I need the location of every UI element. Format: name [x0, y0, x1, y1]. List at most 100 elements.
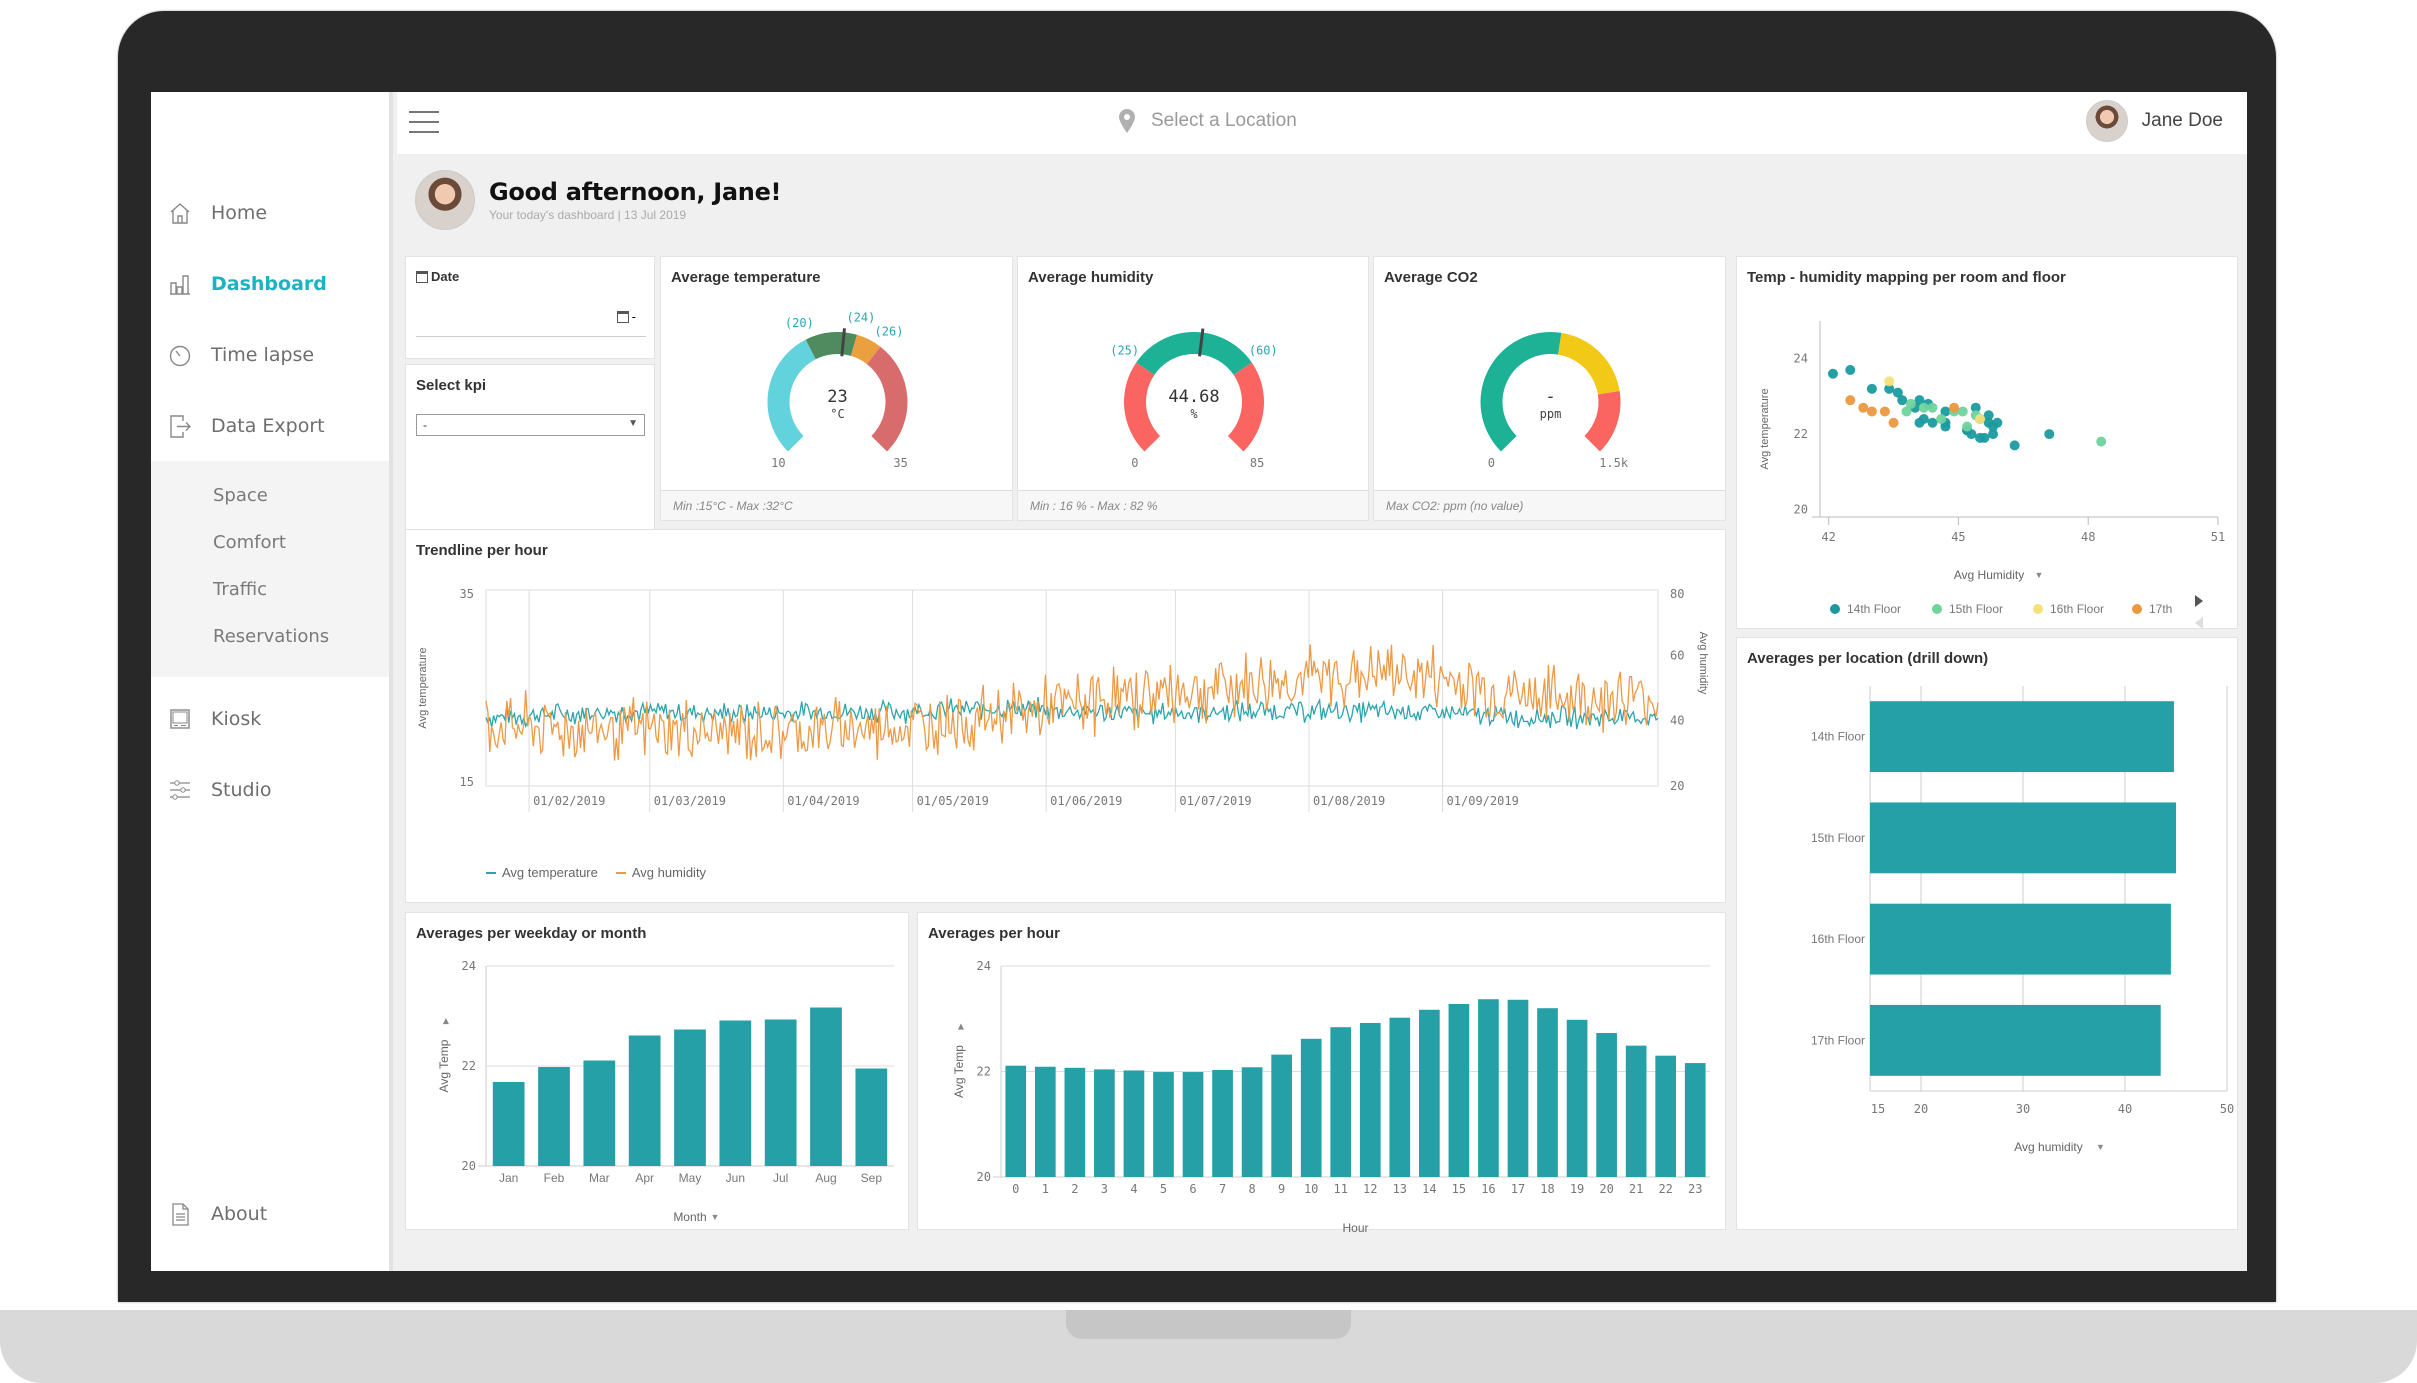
bar	[1212, 1069, 1233, 1177]
gauge-footer: Min : 16 % - Max : 82 %	[1018, 490, 1368, 520]
bar-chart-icon	[167, 271, 193, 297]
bar	[1094, 1069, 1115, 1177]
scatter-point	[1992, 417, 2003, 428]
sidebar-subitem-comfort[interactable]: Comfort	[213, 532, 286, 553]
sidebar-item-studio[interactable]: Studio	[151, 766, 389, 814]
timer-icon	[167, 342, 193, 368]
dropdown-caret-icon: ▼	[2096, 1142, 2105, 1152]
legend-label: 16th Floor	[2050, 602, 2104, 616]
bar	[1182, 1072, 1204, 1177]
sidebar-item-kiosk[interactable]: Kiosk	[151, 695, 389, 743]
sort-arrow-icon: ▶	[956, 1023, 965, 1030]
x-tick-label: 6	[1189, 1182, 1196, 1196]
location-bar-chart: 15 20 30 40 50 14th Floor 15th Floor 16th Floor…	[1811, 686, 2234, 1154]
kpi-select[interactable]: - ▼	[416, 414, 645, 436]
sidebar-item-dashboard[interactable]: Dashboard	[151, 260, 389, 308]
legend-item-temperature[interactable]: Avg temperature	[486, 865, 598, 880]
gauge-card-humidity: Average humidity (25) (60) 0 85 44.68% Min :…	[1017, 256, 1369, 521]
y-axis-title: Avg temperature	[1759, 388, 1771, 469]
gauge-value: 44.68	[1168, 387, 1219, 407]
x-tick-label: 01/06/2019	[1050, 794, 1122, 808]
y2-tick-label: 20	[1670, 779, 1684, 793]
bar	[1241, 1067, 1263, 1177]
next-page-icon[interactable]	[2195, 595, 2203, 607]
bar	[1419, 1009, 1440, 1177]
x-tick-label: Sep	[861, 1171, 883, 1185]
y-tick-label: 20	[977, 1170, 991, 1184]
x-tick-label: 14	[1422, 1182, 1436, 1196]
x-tick-label: 01/04/2019	[787, 794, 859, 808]
menu-icon[interactable]	[409, 111, 439, 133]
x-tick-label: May	[679, 1171, 702, 1185]
location-selector[interactable]: Select a Location	[1117, 108, 1297, 134]
sidebar-item-home[interactable]: Home	[151, 189, 389, 237]
bar	[1448, 1003, 1470, 1177]
plot-frame	[485, 589, 1659, 787]
scatter-point	[1845, 365, 1856, 375]
x-axis-title: Month	[673, 1210, 706, 1224]
legend-item[interactable]: 16th Floor	[2033, 602, 2104, 616]
y-tick-label: 20	[462, 1159, 476, 1173]
bar	[810, 1007, 842, 1166]
home-icon	[167, 200, 193, 226]
bar	[1153, 1072, 1174, 1177]
y-tick-label: 22	[462, 1059, 476, 1073]
legend-item[interactable]: 15th Floor	[1932, 602, 2003, 616]
bar	[1870, 802, 2176, 874]
dropdown-caret-icon: ▼	[2035, 570, 2044, 580]
x-axis-title: Hour	[1342, 1221, 1368, 1235]
scatter-point	[1905, 398, 1916, 409]
x-tick-label: 01/08/2019	[1313, 794, 1385, 808]
sidebar-item-about[interactable]: About	[151, 1190, 389, 1238]
scatter-point	[1918, 402, 1929, 413]
gauge-threshold-label: (24)	[846, 310, 875, 324]
scatter-point	[1975, 414, 1986, 424]
prev-page-icon[interactable]	[2195, 617, 2203, 629]
bar	[1271, 1054, 1292, 1177]
sidebar-subitem-reservations[interactable]: Reservations	[213, 626, 329, 647]
user-name: Jane Doe	[2141, 110, 2223, 131]
gauge-unit: ppm	[1540, 407, 1562, 421]
sidebar-item-time-lapse[interactable]: Time lapse	[151, 331, 389, 379]
y2-axis-title: Avg humidity	[1697, 632, 1709, 695]
legend-item[interactable]: 14th Floor	[1830, 602, 1901, 616]
document-icon	[167, 1201, 193, 1227]
gauge-unit: %	[1190, 407, 1198, 421]
y-axis-title: Avg Temp	[952, 1045, 966, 1098]
bar	[1005, 1065, 1027, 1177]
date-picker[interactable]: -	[416, 305, 646, 337]
x-tick-label: Aug	[815, 1171, 836, 1185]
sidebar-subitem-traffic[interactable]: Traffic	[213, 579, 267, 600]
avatar	[2085, 100, 2128, 142]
x-tick-label: 01/03/2019	[654, 794, 726, 808]
legend-item-humidity[interactable]: Avg humidity	[615, 865, 706, 880]
x-tick-label: 42	[1821, 530, 1835, 544]
gauge-value: -	[1545, 387, 1555, 407]
scatter-point	[1949, 402, 1960, 413]
calendar-icon	[616, 310, 629, 323]
sidebar-subitem-space[interactable]: Space	[213, 485, 268, 506]
x-tick-label: 12	[1363, 1182, 1377, 1196]
bar	[1507, 999, 1529, 1177]
bar	[1684, 1063, 1706, 1177]
bar	[764, 1019, 797, 1166]
scatter-point	[1884, 376, 1895, 387]
x-tick-label: 10	[1304, 1182, 1318, 1196]
x-tick-label: 40	[2118, 1102, 2132, 1116]
bar	[1537, 1008, 1558, 1177]
avatar	[415, 170, 475, 230]
legend-item[interactable]: 17th	[2132, 602, 2172, 616]
gauge-min-label: 10	[771, 456, 785, 470]
bar	[674, 1029, 706, 1166]
trendline-card: Trendline per hour 01/02/2019 01/03/2019 0…	[405, 529, 1726, 903]
user-menu[interactable]: Jane Doe	[2085, 100, 2223, 142]
legend-swatch	[615, 871, 626, 874]
scatter-point	[1927, 402, 1938, 413]
x-tick-label: 1	[1042, 1182, 1049, 1196]
bar	[1064, 1067, 1086, 1177]
y-tick-label: 22	[977, 1065, 991, 1079]
scatter-point	[1918, 414, 1929, 424]
calendar-icon	[416, 270, 428, 283]
bar	[1034, 1066, 1056, 1177]
temperature-gauge: (20) (24)(26) 10 35 23°C	[767, 310, 908, 470]
